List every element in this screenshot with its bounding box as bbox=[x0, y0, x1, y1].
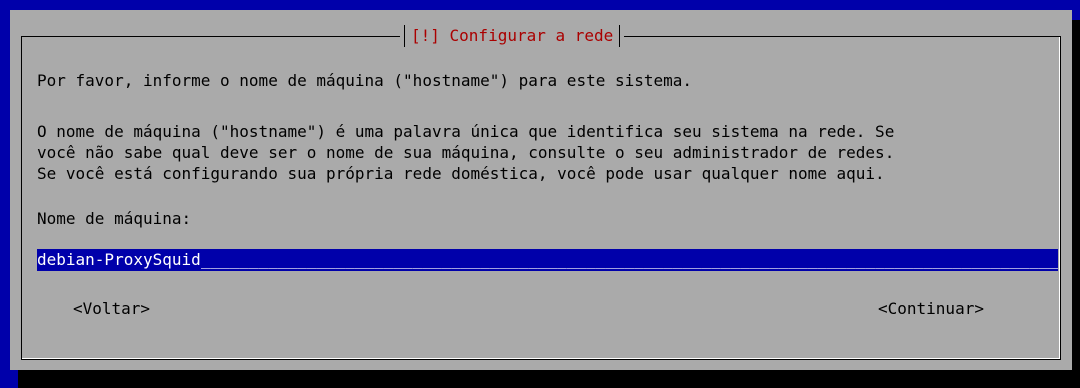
dialog-title: [!] Configurar a rede bbox=[411, 26, 614, 45]
back-button[interactable]: <Voltar> bbox=[73, 298, 150, 320]
network-config-dialog: [!] Configurar a rede Por favor, informe… bbox=[10, 10, 1072, 370]
continue-button[interactable]: <Continuar> bbox=[878, 298, 984, 320]
hostname-input[interactable]: debian-ProxySquid ______________________… bbox=[37, 249, 1058, 271]
dialog-title-wrap: [!] Configurar a rede bbox=[400, 24, 625, 48]
installer-screen: [!] Configurar a rede Por favor, informe… bbox=[0, 0, 1080, 388]
description-line-2: você não sabe qual deve ser o nome de su… bbox=[37, 143, 895, 162]
description-line-1: O nome de máquina ("hostname") é uma pal… bbox=[37, 122, 895, 141]
prompt-text: Por favor, informe o nome de máquina ("h… bbox=[37, 71, 693, 90]
title-right-bracket-line bbox=[619, 25, 621, 47]
hostname-input-value: debian-ProxySquid bbox=[37, 250, 201, 269]
hostname-input-fill: ________________________________________… bbox=[200, 250, 1058, 269]
description-line-3: Se você está configurando sua própria re… bbox=[37, 164, 885, 183]
hostname-label: Nome de máquina: bbox=[37, 209, 192, 228]
title-left-bracket-line bbox=[404, 25, 405, 47]
